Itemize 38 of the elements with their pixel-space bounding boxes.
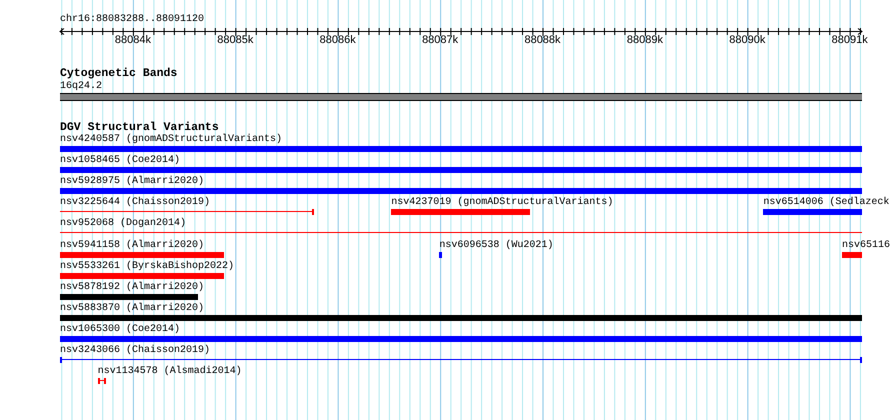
tick-label: 88091k <box>832 34 868 47</box>
variant-label: nsv1058465 (Coe2014) <box>60 155 180 168</box>
variant-label: nsv6096538 (Wu2021) <box>439 240 554 252</box>
tick-label: 88088k <box>524 34 561 47</box>
variant-label: nsv952068 (Dogan2014) <box>60 218 186 230</box>
tick-label: 88087k <box>422 34 458 47</box>
tick-label: 88085k <box>217 34 254 47</box>
variant-line[interactable] <box>98 378 106 384</box>
track-title: DGV Structural Variants <box>60 121 219 134</box>
location-label: chr16:88083288..88091120 <box>60 14 204 26</box>
track-title: Cytogenetic Bands <box>60 67 178 80</box>
variant-bar[interactable] <box>60 188 862 194</box>
tick-label: 88084k <box>114 34 151 47</box>
variant-bar[interactable] <box>60 167 862 174</box>
variant-label: nsv5928975 (Almarri2020) <box>60 176 204 188</box>
variant-line[interactable] <box>60 357 862 363</box>
variant-label: nsv1134578 (Alsmadi2014) <box>98 366 242 378</box>
variant-label: nsv65116 <box>842 240 890 252</box>
variant-label: nsv5941158 (Almarri2020) <box>60 240 204 252</box>
variant-bar[interactable] <box>60 314 862 321</box>
variant-label: nsv1065300 (Coe2014) <box>60 324 180 336</box>
variant-label: nsv6514006 (Sedlazeck <box>763 197 890 210</box>
variant-label: nsv4240587 (gnomADStructuralVariants) <box>60 134 282 146</box>
variant-bar[interactable] <box>60 294 198 300</box>
variant-bar[interactable] <box>439 252 442 258</box>
variant-label: nsv3243066 (Chaisson2019) <box>60 345 210 357</box>
tick-label: 88086k <box>320 34 356 47</box>
variant-bar[interactable] <box>763 209 862 216</box>
tick-label: 88090k <box>729 34 766 47</box>
variant-label: nsv5883870 (Almarri2020) <box>60 302 204 315</box>
variant-label: nsv3225644 (Chaisson2019) <box>60 197 210 210</box>
band-label: 16q24.2 <box>60 81 102 93</box>
variant-label: nsv5878192 (Almarri2020) <box>60 282 204 294</box>
tick-label: 88089k <box>626 34 663 47</box>
variant-bar[interactable] <box>60 336 862 342</box>
variant-label: nsv4237019 (gnomADStructuralVariants) <box>391 197 614 210</box>
variant-label: nsv5533261 (ByrskaBishop2022) <box>60 260 234 273</box>
variant-line[interactable] <box>60 209 314 216</box>
